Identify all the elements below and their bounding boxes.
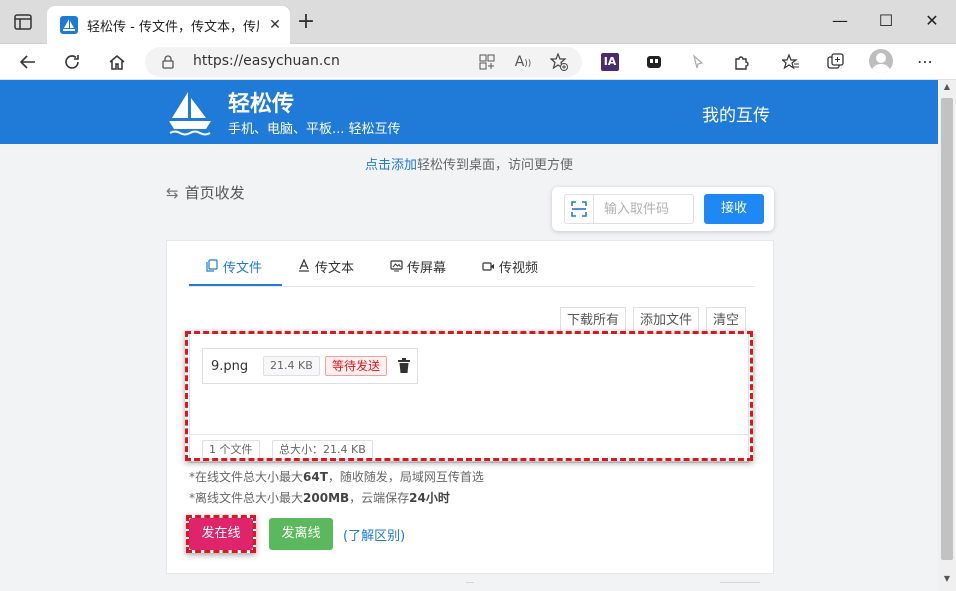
offline-limit-note: *离线文件总大小最大200MB，云端保存24小时 — [189, 489, 450, 506]
home-icon[interactable] — [103, 48, 131, 76]
tab-send-text-label: 传文本 — [315, 261, 355, 276]
active-tab-indicator — [189, 284, 282, 286]
maximize-button[interactable]: ☐ — [871, 8, 901, 34]
offline-note-prefix: *离线文件总大小最大 — [189, 491, 304, 505]
online-note-limit: 64T — [303, 470, 328, 484]
partial-divider — [466, 582, 474, 591]
tab-send-screen-label: 传屏幕 — [407, 261, 447, 276]
brand-tagline: 手机、电脑、平板... 轻松互传 — [228, 122, 401, 137]
trash-icon[interactable] — [397, 358, 411, 374]
read-aloud-icon[interactable]: A)) — [511, 50, 535, 74]
video-icon — [481, 261, 495, 276]
page-scrollbar[interactable]: ▲ ▼ — [938, 80, 956, 591]
browser-titlebar: 轻松传 - 传文件，传文本，传屏幕 ✕ + — ☐ ✕ — [0, 0, 956, 44]
tab-send-video[interactable]: 传视频 — [481, 257, 538, 287]
partial-divider — [720, 582, 760, 591]
section-title: ⇆ 首页收发 — [166, 182, 245, 203]
extension-mask-icon[interactable] — [642, 50, 666, 74]
add-to-desktop-link[interactable]: 点击添加 — [365, 158, 417, 173]
nav-my-transfers[interactable]: 我的互传 — [702, 101, 770, 126]
offline-note-duration: 24小时 — [409, 491, 450, 505]
scroll-down-arrow-icon[interactable]: ▼ — [938, 574, 956, 588]
scroll-thumb[interactable] — [941, 98, 953, 560]
transfer-card: 传文件 传文本 传屏幕 传视频 下载所有 添加文件 清空 9.png 21.4 … — [166, 240, 774, 574]
profile-avatar[interactable] — [869, 49, 893, 73]
pickup-code-input[interactable] — [594, 194, 694, 224]
notice-text: 轻松传到桌面，访问更方便 — [417, 158, 574, 173]
extension-cursor-icon[interactable] — [686, 50, 710, 74]
send-offline-button[interactable]: 发离线 — [269, 518, 333, 550]
transfer-tabs: 传文件 传文本 传屏幕 传视频 — [189, 251, 755, 287]
file-count-tag: 1 个文件 — [202, 440, 260, 460]
collections-icon[interactable] — [824, 50, 848, 74]
site-header: 轻松传 手机、电脑、平板... 轻松互传 我的互传 — [0, 80, 938, 144]
more-menu-icon[interactable]: ⋯ — [913, 50, 937, 74]
copy-icon — [205, 259, 219, 276]
file-size-tag: 21.4 KB — [263, 356, 320, 376]
favicon-icon — [60, 16, 78, 34]
tab-send-file[interactable]: 传文件 — [205, 257, 262, 287]
minimize-button[interactable]: — — [825, 8, 855, 34]
offline-note-mid: ，云端保存 — [349, 491, 410, 505]
url-text[interactable]: https://easychuan.cn — [193, 53, 340, 69]
send-online-button[interactable]: 发在线 — [189, 518, 253, 550]
tab-close-icon[interactable]: ✕ — [265, 15, 285, 35]
clear-button[interactable]: 清空 — [706, 307, 746, 333]
scroll-up-arrow-icon[interactable]: ▲ — [938, 82, 956, 96]
add-file-button[interactable]: 添加文件 — [633, 307, 699, 333]
lock-icon[interactable] — [161, 55, 175, 69]
text-icon — [297, 258, 311, 276]
scan-qr-icon[interactable] — [564, 194, 594, 224]
favorites-icon[interactable] — [779, 50, 803, 74]
total-size-tag: 总大小：21.4 KB — [272, 440, 373, 460]
back-arrow-icon[interactable] — [14, 48, 42, 76]
receive-button[interactable]: 接收 — [704, 194, 764, 224]
online-note-suffix: ，随收随发，局域网互传首选 — [327, 470, 484, 484]
sailboat-logo-icon[interactable] — [166, 88, 214, 136]
tab-actions-icon[interactable] — [14, 14, 32, 30]
tab-title: 轻松传 - 传文件，传文本，传屏幕 — [87, 20, 259, 34]
add-to-desktop-notice: 点击添加轻松传到桌面，访问更方便 — [0, 154, 938, 173]
app-available-icon[interactable] — [475, 50, 499, 74]
learn-difference-link[interactable]: (了解区别) — [343, 525, 405, 544]
brand-name[interactable]: 轻松传 — [228, 86, 294, 118]
file-summary: 1 个文件 总大小：21.4 KB — [190, 434, 748, 462]
file-drop-area[interactable]: 9.png 21.4 KB 等待发送 1 个文件 总大小：21.4 KB — [189, 333, 749, 463]
tab-send-file-label: 传文件 — [223, 261, 263, 276]
refresh-icon[interactable] — [58, 48, 86, 76]
download-all-button[interactable]: 下载所有 — [560, 307, 626, 333]
close-window-button[interactable]: ✕ — [917, 8, 947, 34]
receive-panel: 接收 — [552, 187, 774, 231]
tab-send-screen[interactable]: 传屏幕 — [389, 257, 446, 287]
screen-icon — [389, 260, 403, 276]
offline-note-limit: 200MB — [303, 491, 350, 505]
online-note-prefix: *在线文件总大小最大 — [189, 470, 304, 484]
online-limit-note: *在线文件总大小最大64T，随收随发，局域网互传首选 — [189, 468, 484, 485]
address-bar[interactable]: https://easychuan.cn A)) — [145, 47, 582, 77]
extension-ia-icon[interactable]: IA — [601, 53, 619, 71]
file-name: 9.png — [211, 359, 249, 374]
file-item: 9.png 21.4 KB 等待发送 — [202, 348, 418, 384]
extensions-puzzle-icon[interactable] — [730, 50, 754, 74]
swap-icon: ⇆ — [166, 184, 179, 202]
add-favorite-icon[interactable] — [547, 50, 571, 74]
tab-send-video-label: 传视频 — [499, 261, 539, 276]
browser-toolbar: https://easychuan.cn A)) IA ⋯ — [0, 44, 956, 80]
browser-tab[interactable]: 轻松传 - 传文件，传文本，传屏幕 ✕ — [47, 6, 290, 44]
section-title-text: 首页收发 — [184, 184, 245, 202]
file-status-badge: 等待发送 — [325, 356, 388, 376]
new-tab-button[interactable]: + — [295, 11, 317, 34]
tab-send-text[interactable]: 传文本 — [297, 257, 354, 287]
